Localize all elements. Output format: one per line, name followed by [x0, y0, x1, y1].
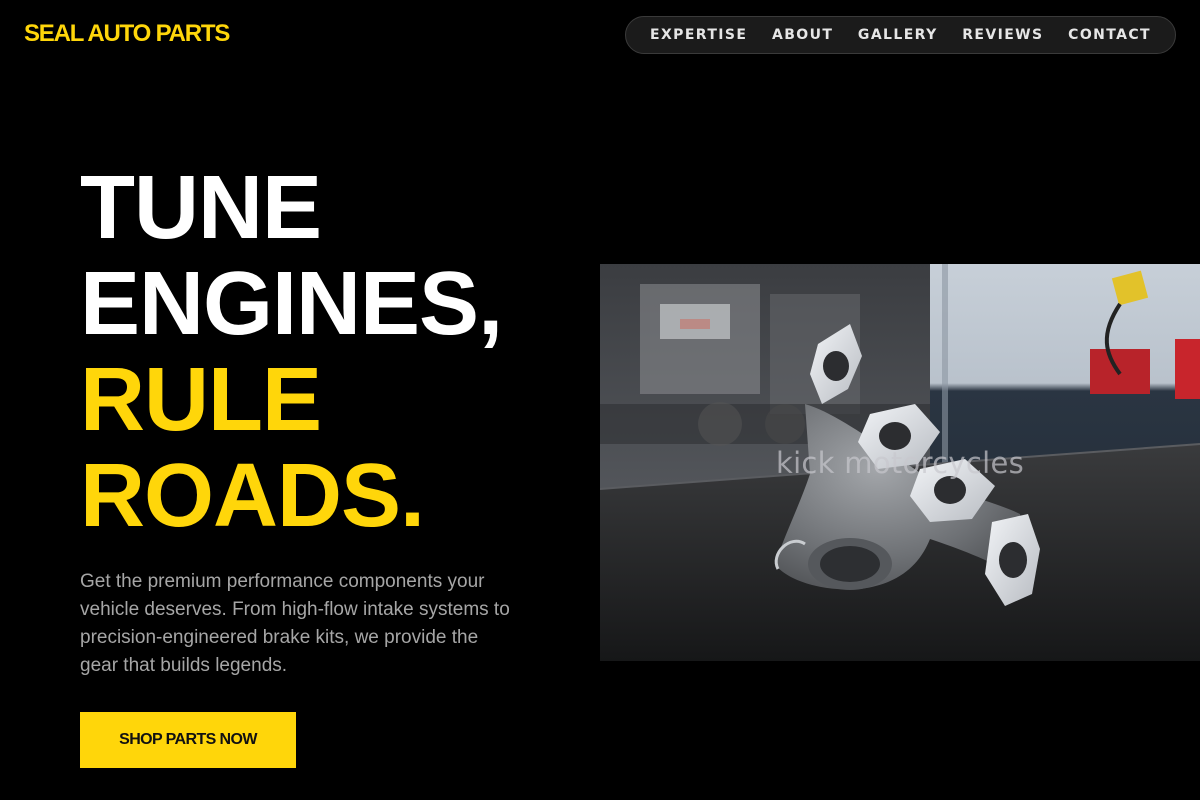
headline-line-2: ENGINES, — [80, 254, 503, 354]
headline-line-4: ROADS. — [80, 446, 425, 546]
headline-line-3: RULE — [80, 350, 322, 450]
headline-line-1: TUNE — [80, 158, 322, 258]
shop-parts-button[interactable]: SHOP PARTS NOW — [80, 712, 296, 768]
hero-headline: TUNE ENGINES, RULE ROADS. — [80, 158, 503, 546]
brand-logo[interactable]: SEAL AUTO PARTS — [24, 20, 230, 48]
main-nav: EXPERTISE ABOUT GALLERY REVIEWS CONTACT — [625, 16, 1176, 54]
nav-link-about[interactable]: ABOUT — [772, 27, 833, 43]
nav-link-gallery[interactable]: GALLERY — [858, 27, 938, 43]
nav-link-expertise[interactable]: EXPERTISE — [650, 27, 747, 43]
hero-lead-paragraph: Get the premium performance components y… — [80, 571, 510, 676]
image-watermark: kick motorcycles — [775, 446, 1025, 480]
nav-link-contact[interactable]: CONTACT — [1068, 27, 1151, 43]
hero-product-image: kick motorcycles — [600, 264, 1200, 661]
nav-link-reviews[interactable]: REVIEWS — [962, 27, 1043, 43]
